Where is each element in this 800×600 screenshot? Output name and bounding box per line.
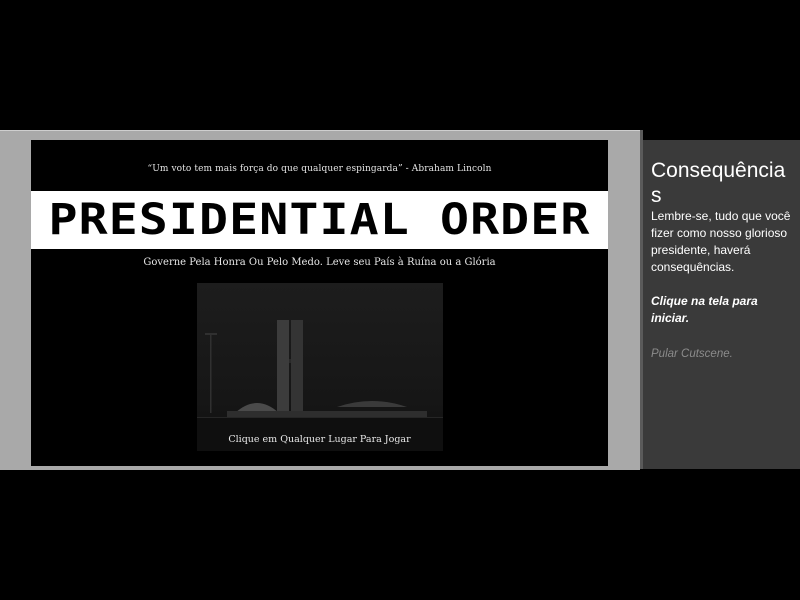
skip-cutscene-link[interactable]: Pular Cutscene. bbox=[651, 346, 792, 362]
congress-building-icon bbox=[197, 283, 443, 451]
opening-quote: “Um voto tem mais força do que qualquer … bbox=[147, 164, 492, 174]
congress-scene-image bbox=[197, 283, 443, 451]
game-canvas[interactable]: “Um voto tem mais força do que qualquer … bbox=[31, 140, 608, 466]
stage-area: “Um voto tem mais força do que qualquer … bbox=[0, 130, 640, 470]
click-to-play-prompt[interactable]: Clique em Qualquer Lugar Para Jogar bbox=[31, 434, 608, 445]
game-subtitle: Governe Pela Honra Ou Pelo Medo. Leve se… bbox=[143, 257, 496, 268]
game-screen: “Um voto tem mais força do que qualquer … bbox=[0, 0, 800, 600]
side-panel: Consequências Lembre-se, tudo que você f… bbox=[643, 140, 800, 469]
title-banner: PRESIDENTIAL ORDER bbox=[31, 191, 608, 249]
panel-body-text: Lembre-se, tudo que você fizer como noss… bbox=[651, 209, 791, 274]
game-title: PRESIDENTIAL ORDER bbox=[48, 195, 591, 245]
panel-title: Consequências bbox=[651, 159, 786, 207]
start-hint: Clique na tela para iniciar. bbox=[651, 294, 758, 325]
